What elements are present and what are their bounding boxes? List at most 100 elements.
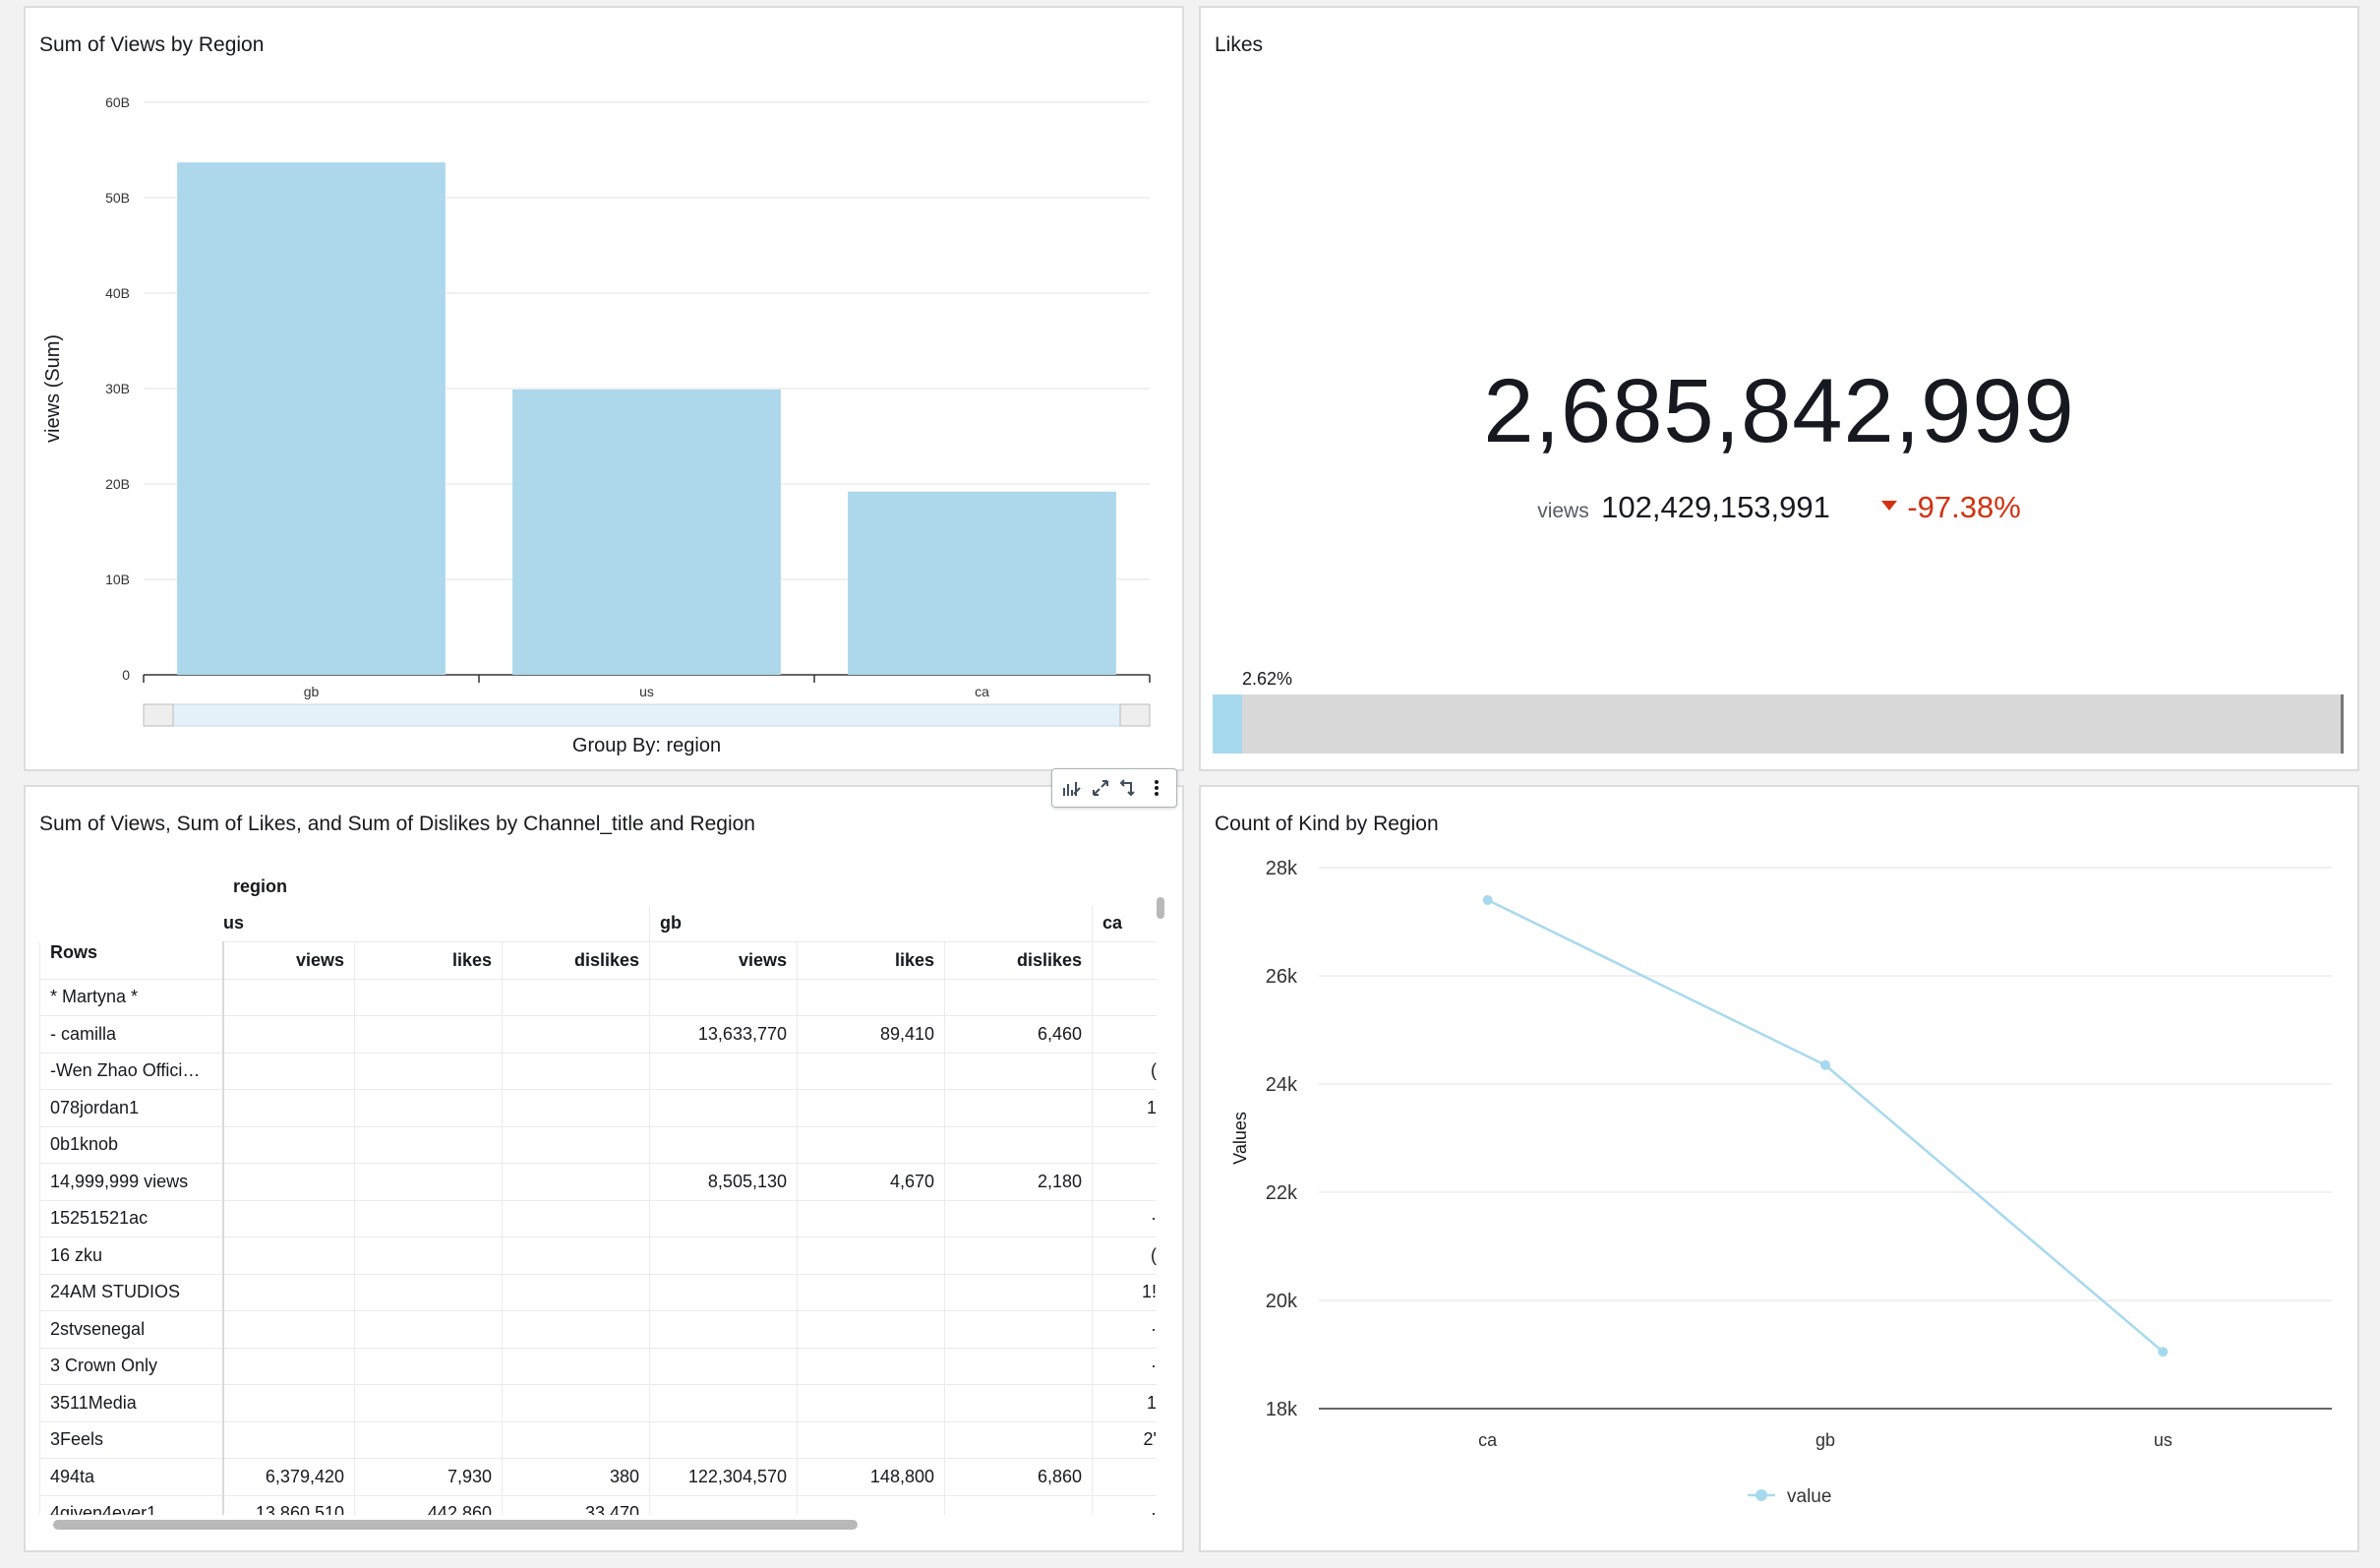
data-cell-us xyxy=(222,1052,355,1090)
data-cell-gb xyxy=(797,1273,945,1311)
data-cell-ca: 1 xyxy=(1092,1089,1157,1127)
data-cell-us: 33,470 xyxy=(502,1494,650,1515)
kpi-delta-value: -97.38% xyxy=(1907,490,2021,524)
table-row[interactable]: 494ta 6,379,420 7,930 380 122,304,570 148,800… xyxy=(39,1458,1157,1496)
data-cell-us xyxy=(354,1163,503,1201)
more-options-icon[interactable] xyxy=(1146,777,1167,799)
data-cell-gb xyxy=(944,1384,1093,1422)
data-cell-gb: 89,410 xyxy=(797,1015,945,1054)
row-header-channel: 3 Crown Only xyxy=(39,1347,224,1385)
corner-cell xyxy=(40,869,223,906)
line-chart-panel[interactable]: Count of Kind by Region 18k 20k 22k 24k 26k 2… xyxy=(1199,785,2359,1552)
x-tick-label: ca xyxy=(975,684,989,699)
pivot-table-panel[interactable]: Sum of Views, Sum of Likes, and Sum of D… xyxy=(24,785,1184,1552)
row-header-channel: 078jordan1 xyxy=(39,1089,224,1127)
data-cell-gb xyxy=(944,1494,1093,1515)
data-cell-us: 380 xyxy=(502,1458,650,1496)
x-tick-label: us xyxy=(639,684,654,699)
data-cell-us xyxy=(502,1125,650,1164)
table-row[interactable]: 2stvsenegal · xyxy=(39,1310,1157,1349)
bar-chart-panel[interactable]: Sum of Views by Region 0 10B 20B 30B 40B 50B 6… xyxy=(24,6,1184,771)
legend-label: value xyxy=(1787,1486,1831,1507)
data-cell-us xyxy=(222,1310,355,1349)
data-cell-ca xyxy=(1092,1015,1157,1054)
data-cell-us xyxy=(222,1015,355,1054)
table-row[interactable]: - camilla 13,633,770 89,410 6,460 xyxy=(39,1015,1157,1054)
data-cell-us xyxy=(354,1347,503,1385)
data-cell-gb xyxy=(944,1089,1093,1127)
kpi-panel[interactable]: Likes 2,685,842,999 views 102,429,153,99… xyxy=(1199,6,2359,771)
row-header-channel: 15251521ac xyxy=(39,1199,224,1237)
swap-axes-icon[interactable] xyxy=(1117,777,1139,799)
y-tick-label: 60B xyxy=(105,94,130,110)
data-cell-gb xyxy=(944,1420,1093,1459)
vertical-scrollbar[interactable] xyxy=(1157,897,1164,919)
data-cell-us xyxy=(222,1163,355,1201)
caret-down-icon xyxy=(1881,500,1898,511)
y-tick-label: 20k xyxy=(1266,1291,1298,1312)
data-cell-gb xyxy=(944,1273,1093,1311)
row-header-channel: - camilla xyxy=(39,1015,224,1054)
table-row[interactable]: 3 Crown Only · xyxy=(39,1347,1157,1385)
legend-marker xyxy=(1755,1489,1767,1501)
table-row[interactable]: -Wen Zhao Offici… ( xyxy=(39,1052,1157,1090)
visual-toolbar xyxy=(1051,768,1177,808)
bar-ca xyxy=(848,491,1116,675)
data-cell-gb xyxy=(944,1347,1093,1385)
data-cell-ca xyxy=(1092,1163,1157,1201)
data-cell-gb: 148,800 xyxy=(797,1458,945,1496)
pivot-table: region us gb ca Rows views likes dislikes views l… xyxy=(39,868,1157,1515)
data-cell-gb: 6,860 xyxy=(944,1458,1093,1496)
kpi-compare-value: 102,429,153,991 xyxy=(1601,490,1830,524)
data-cell-gb xyxy=(649,1125,798,1164)
table-row[interactable]: 15251521ac · xyxy=(39,1199,1157,1237)
y-axis-title: Values xyxy=(1230,1112,1250,1165)
row-header-channel: 16 zku xyxy=(39,1236,224,1275)
table-row[interactable]: * Martyna * xyxy=(39,978,1157,1016)
data-cell-us xyxy=(354,1089,503,1127)
pivot-grid[interactable]: region us gb ca Rows views likes dislikes views l… xyxy=(39,868,1157,1515)
data-cell-gb xyxy=(797,1494,945,1515)
measure-header-views: views xyxy=(649,941,798,980)
data-cell-gb xyxy=(649,1199,798,1237)
data-cell-us: 13,860,510 xyxy=(222,1494,355,1515)
measure-header-dislikes: dislikes xyxy=(944,941,1093,980)
data-cell-ca: ( xyxy=(1092,1052,1157,1090)
data-cell-gb xyxy=(649,1494,798,1515)
data-cell-us xyxy=(222,1347,355,1385)
data-cell-gb xyxy=(797,1420,945,1459)
data-cell-gb xyxy=(797,1089,945,1127)
table-row[interactable]: 4given4ever1 13,860,510 442,860 33,470 · xyxy=(39,1494,1157,1515)
table-row[interactable]: 0b1knob xyxy=(39,1125,1157,1164)
row-header-channel: 3Feels xyxy=(39,1420,224,1459)
data-cell-ca xyxy=(1092,978,1157,1016)
y-tick-label: 18k xyxy=(1266,1399,1298,1420)
data-cell-ca: · xyxy=(1092,1494,1157,1515)
data-cell-gb xyxy=(797,1125,945,1164)
data-cell-gb xyxy=(797,1199,945,1237)
table-row[interactable]: 14,999,999 views 8,505,130 4,670 2,180 xyxy=(39,1163,1157,1201)
horizontal-scrollbar[interactable] xyxy=(53,1520,858,1530)
x-tick-label: gb xyxy=(304,684,320,699)
table-row[interactable]: 24AM STUDIOS 1! xyxy=(39,1273,1157,1311)
row-header-channel: * Martyna * xyxy=(39,978,224,1016)
table-row[interactable]: 3511Media 1 xyxy=(39,1384,1157,1422)
data-cell-us xyxy=(354,1384,503,1422)
chart-analyze-icon[interactable] xyxy=(1061,777,1083,799)
data-cell-us xyxy=(502,1089,650,1127)
range-slider-track xyxy=(143,703,1151,727)
range-slider-handle-left xyxy=(143,703,174,727)
data-cell-us xyxy=(502,1052,650,1090)
table-row[interactable]: 3Feels 2' xyxy=(39,1420,1157,1459)
table-row[interactable]: 16 zku ( xyxy=(39,1236,1157,1275)
data-cell-us xyxy=(502,1273,650,1311)
header-row-measures: Rows views likes dislikes views likes dislikes xyxy=(39,941,1157,980)
table-row[interactable]: 078jordan1 1 xyxy=(39,1089,1157,1127)
row-header-channel: -Wen Zhao Offici… xyxy=(39,1052,224,1090)
data-cell-gb: 122,304,570 xyxy=(649,1458,798,1496)
data-cell-ca xyxy=(1092,1125,1157,1164)
data-cell-gb: 2,180 xyxy=(944,1163,1093,1201)
x-tick-label: ca xyxy=(1478,1430,1498,1450)
corner-cell xyxy=(40,905,223,942)
expand-icon[interactable] xyxy=(1090,777,1111,799)
